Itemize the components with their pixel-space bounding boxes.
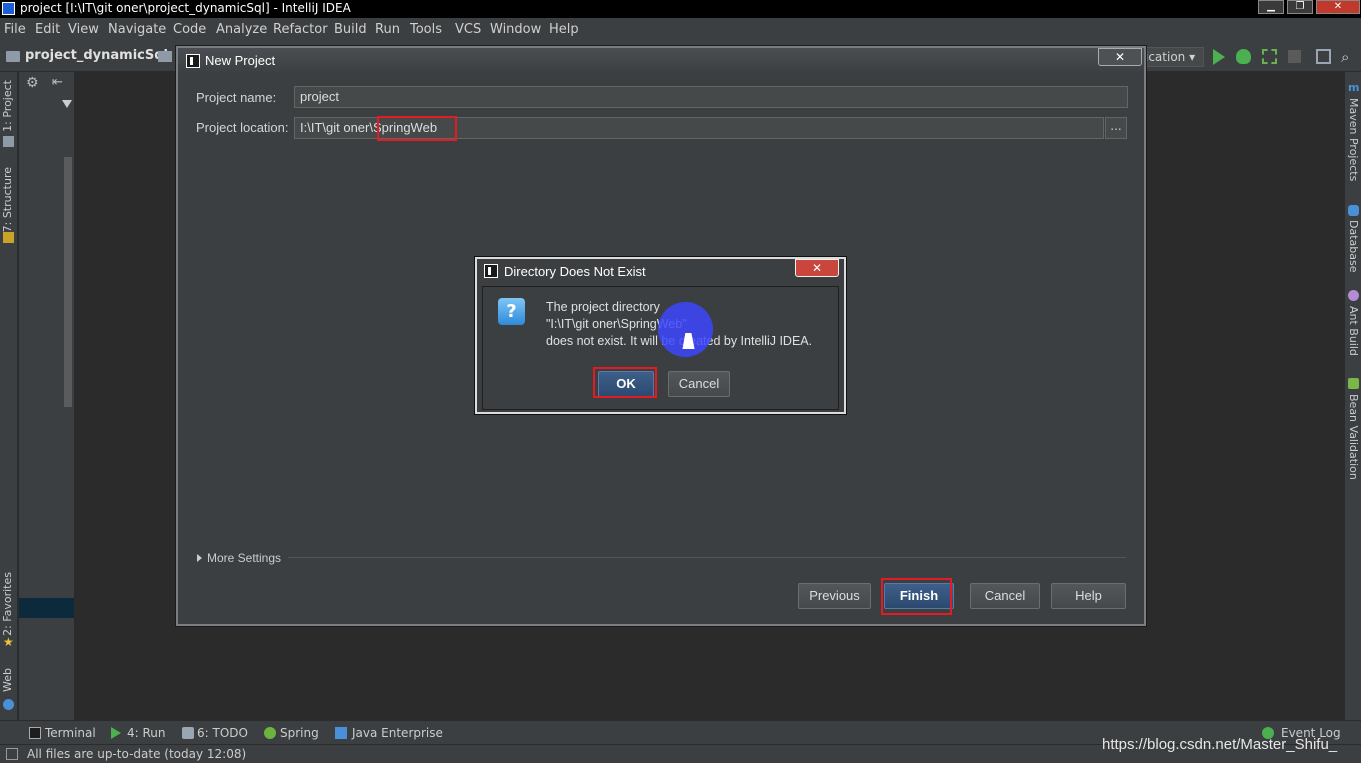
message-line: The project directory	[546, 300, 660, 314]
menu-analyze[interactable]: Analyze	[216, 22, 267, 37]
intellij-icon	[186, 54, 200, 68]
spring-icon	[264, 727, 276, 739]
folder-icon	[6, 51, 20, 62]
directory-dialog-close-button[interactable]: ✕	[795, 259, 839, 277]
help-button[interactable]: Help	[1051, 583, 1126, 609]
menu-tools[interactable]: Tools	[410, 22, 442, 37]
tab-project[interactable]: 1: Project	[1, 80, 14, 132]
debug-icon[interactable]	[1236, 49, 1251, 64]
collapse-icon[interactable]: ⇤	[52, 75, 63, 90]
status-toggle-icon[interactable]	[6, 748, 18, 760]
maven-icon: m	[1348, 81, 1360, 94]
expand-arrow-icon[interactable]	[197, 554, 202, 562]
watermark: https://blog.csdn.net/Master_Shifu_	[1102, 736, 1338, 753]
minimize-button[interactable]: ▁	[1258, 0, 1284, 14]
breadcrumb-project[interactable]: project_dynamicSql	[25, 48, 168, 63]
menu-bar: File Edit View Navigate Code Analyze Ref…	[0, 18, 1361, 42]
window-close-button[interactable]: ✕	[1316, 0, 1360, 14]
menu-run[interactable]: Run	[375, 22, 400, 37]
menu-window[interactable]: Window	[490, 22, 541, 37]
previous-button[interactable]: Previous	[798, 583, 871, 609]
new-project-title: New Project	[205, 53, 276, 68]
dropdown-arrow-icon[interactable]	[62, 100, 72, 108]
terminal-icon	[29, 727, 41, 739]
right-tool-strip: m Maven Projects Database Ant Build Bean…	[1344, 72, 1361, 720]
intellij-app-icon	[2, 2, 15, 15]
project-panel: ⚙ ⇤	[19, 72, 74, 720]
more-settings-toggle[interactable]: More Settings	[207, 551, 281, 565]
tab-structure[interactable]: 7: Structure	[1, 167, 14, 232]
restore-button[interactable]: ❐	[1287, 0, 1313, 14]
tab-terminal[interactable]: Terminal	[45, 726, 96, 740]
tab-spring[interactable]: Spring	[280, 726, 319, 740]
status-text: All files are up-to-date (today 12:08)	[27, 747, 247, 761]
window-title-bar: project [I:\IT\git oner\project_dynamicS…	[0, 0, 1361, 18]
scrollbar[interactable]	[64, 157, 72, 407]
menu-build[interactable]: Build	[334, 22, 367, 37]
project-tab-icon	[3, 136, 14, 147]
window-title: project [I:\IT\git oner\project_dynamicS…	[20, 1, 351, 15]
menu-navigate[interactable]: Navigate	[108, 22, 166, 37]
project-location-label: Project location:	[196, 120, 289, 135]
run-configuration-select[interactable]: ication ▾	[1140, 47, 1204, 67]
java-enterprise-icon	[335, 727, 347, 739]
run-icon	[111, 727, 121, 739]
tab-todo[interactable]: 6: TODO	[197, 726, 248, 740]
tab-bean-validation[interactable]: Bean Validation	[1347, 394, 1360, 480]
coverage-icon[interactable]	[1262, 49, 1277, 64]
ant-icon	[1348, 290, 1359, 301]
cancel-button[interactable]: Cancel	[970, 583, 1040, 609]
directory-dialog-cancel-button[interactable]: Cancel	[668, 371, 730, 397]
intellij-icon	[484, 264, 498, 278]
left-tool-strip: 1: Project 7: Structure 2: Favorites ★ W…	[0, 72, 18, 720]
menu-edit[interactable]: Edit	[35, 22, 60, 37]
directory-dialog-title-bar: Directory Does Not Exist	[477, 259, 844, 285]
tab-web[interactable]: Web	[1, 668, 14, 692]
selected-tree-row[interactable]	[19, 598, 74, 618]
project-name-input[interactable]: project	[294, 86, 1128, 108]
project-structure-icon[interactable]	[1316, 49, 1331, 64]
tab-java-enterprise[interactable]: Java Enterprise	[352, 726, 443, 740]
search-icon[interactable]: ⌕	[1341, 48, 1349, 66]
star-icon: ★	[3, 635, 14, 649]
stop-icon[interactable]	[1288, 50, 1301, 63]
database-icon	[1348, 205, 1359, 216]
structure-tab-icon	[3, 232, 14, 243]
menu-refactor[interactable]: Refactor	[273, 22, 328, 37]
menu-file[interactable]: File	[4, 22, 26, 37]
highlight-finish	[881, 578, 952, 615]
directory-dialog-body: ? The project directory "I:\IT\git oner\…	[482, 286, 839, 410]
highlight-ok	[593, 367, 657, 398]
browse-button[interactable]: ...	[1105, 117, 1127, 139]
run-icon[interactable]	[1213, 49, 1225, 65]
menu-vcs[interactable]: VCS	[455, 22, 481, 37]
menu-code[interactable]: Code	[173, 22, 206, 37]
bean-validation-icon	[1348, 378, 1359, 389]
folder-icon	[158, 51, 172, 62]
directory-dialog-title: Directory Does Not Exist	[504, 264, 646, 279]
tab-database[interactable]: Database	[1347, 220, 1360, 273]
separator	[288, 557, 1126, 558]
menu-help[interactable]: Help	[549, 22, 579, 37]
project-name-label: Project name:	[196, 90, 277, 105]
highlight-springweb	[377, 116, 457, 141]
gear-icon[interactable]: ⚙	[26, 75, 39, 91]
new-project-title-bar: New Project	[178, 48, 1144, 74]
todo-icon	[182, 727, 194, 739]
new-project-close-button[interactable]: ✕	[1098, 48, 1142, 66]
tab-maven-projects[interactable]: Maven Projects	[1347, 98, 1360, 181]
web-tab-icon	[3, 699, 14, 710]
question-icon: ?	[498, 298, 525, 325]
tab-favorites[interactable]: 2: Favorites	[1, 572, 14, 636]
menu-view[interactable]: View	[68, 22, 99, 37]
tab-run[interactable]: 4: Run	[127, 726, 166, 740]
tab-ant-build[interactable]: Ant Build	[1347, 306, 1360, 356]
